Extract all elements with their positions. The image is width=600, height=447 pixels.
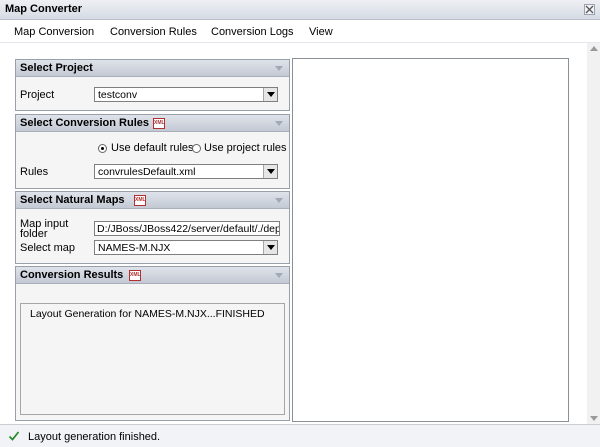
menu-item-conversion-rules[interactable]: Conversion Rules	[110, 26, 197, 38]
select-map-select[interactable]: NAMES-M.NJX	[94, 240, 278, 255]
checkmark-icon	[8, 430, 20, 442]
rules-label: Rules	[20, 166, 49, 178]
project-select-value: testconv	[98, 89, 138, 101]
chevron-down-icon	[267, 92, 275, 97]
use-default-rules-radio[interactable]	[98, 144, 107, 153]
scroll-up-icon[interactable]	[590, 46, 598, 51]
menu-item-conversion-logs[interactable]: Conversion Logs	[211, 26, 294, 38]
status-message: Layout generation finished.	[28, 431, 161, 443]
map-input-folder-label-2: folder	[20, 228, 48, 240]
dropdown-button[interactable]	[263, 88, 277, 101]
panel-title: Select Natural Maps	[20, 194, 125, 206]
panel-header[interactable]: Select Conversion Rules XML	[16, 115, 289, 132]
panel-header[interactable]: Conversion Results XML	[16, 267, 289, 284]
panel-title: Select Conversion Rules	[20, 117, 149, 129]
xml-file-icon[interactable]: XML	[129, 270, 141, 281]
collapse-arrow-icon[interactable]	[275, 66, 283, 71]
use-project-rules-label: Use project rules	[204, 142, 287, 154]
select-conversion-rules-panel: Select Conversion Rules XML Use default …	[15, 114, 290, 189]
xml-file-icon[interactable]: XML	[134, 195, 146, 206]
dropdown-button[interactable]	[263, 165, 277, 178]
use-project-rules-radio[interactable]	[192, 144, 201, 153]
project-select[interactable]: testconv	[94, 87, 278, 102]
vertical-scrollbar[interactable]	[587, 43, 600, 424]
results-text: Layout Generation for NAMES-M.NJX...FINI…	[30, 308, 265, 320]
select-map-value: NAMES-M.NJX	[98, 242, 171, 254]
select-natural-maps-panel: Select Natural Maps XML Map input folder…	[15, 191, 290, 264]
select-project-panel: Select Project Project testconv	[15, 59, 290, 111]
menu-bar: Map Conversion Conversion Rules Conversi…	[0, 21, 600, 43]
scroll-down-icon[interactable]	[590, 416, 598, 421]
collapse-arrow-icon[interactable]	[275, 198, 283, 203]
map-preview-pane	[292, 58, 569, 422]
collapse-arrow-icon[interactable]	[275, 121, 283, 126]
window-title: Map Converter	[5, 3, 83, 15]
dropdown-button[interactable]	[263, 241, 277, 254]
menu-item-view[interactable]: View	[309, 26, 333, 38]
rules-select[interactable]: convrulesDefault.xml	[94, 164, 278, 179]
xml-file-icon[interactable]: XML	[153, 118, 165, 129]
use-default-rules-label: Use default rules	[111, 142, 194, 154]
results-textarea[interactable]: Layout Generation for NAMES-M.NJX...FINI…	[20, 303, 285, 415]
chevron-down-icon	[267, 245, 275, 250]
panel-header[interactable]: Select Project	[16, 60, 289, 77]
chevron-down-icon	[267, 169, 275, 174]
status-bar: Layout generation finished.	[0, 424, 600, 447]
rules-select-value: convrulesDefault.xml	[98, 166, 196, 178]
panel-header[interactable]: Select Natural Maps XML	[16, 192, 289, 209]
menu-item-map-conversion[interactable]: Map Conversion	[14, 26, 94, 38]
map-input-folder-field[interactable]: D:/JBoss/JBoss422/server/default/./dep	[94, 221, 280, 236]
panel-title: Select Project	[20, 62, 93, 74]
select-map-label: Select map	[20, 242, 76, 254]
project-label: Project	[20, 89, 55, 101]
collapse-arrow-icon[interactable]	[275, 273, 283, 278]
conversion-results-panel: Conversion Results XML Layout Generation…	[15, 266, 290, 421]
panel-title: Conversion Results	[20, 269, 124, 281]
close-icon[interactable]	[584, 4, 595, 15]
map-input-folder-value: D:/JBoss/JBoss422/server/default/./dep	[97, 223, 280, 235]
window-titlebar: Map Converter	[0, 0, 600, 20]
